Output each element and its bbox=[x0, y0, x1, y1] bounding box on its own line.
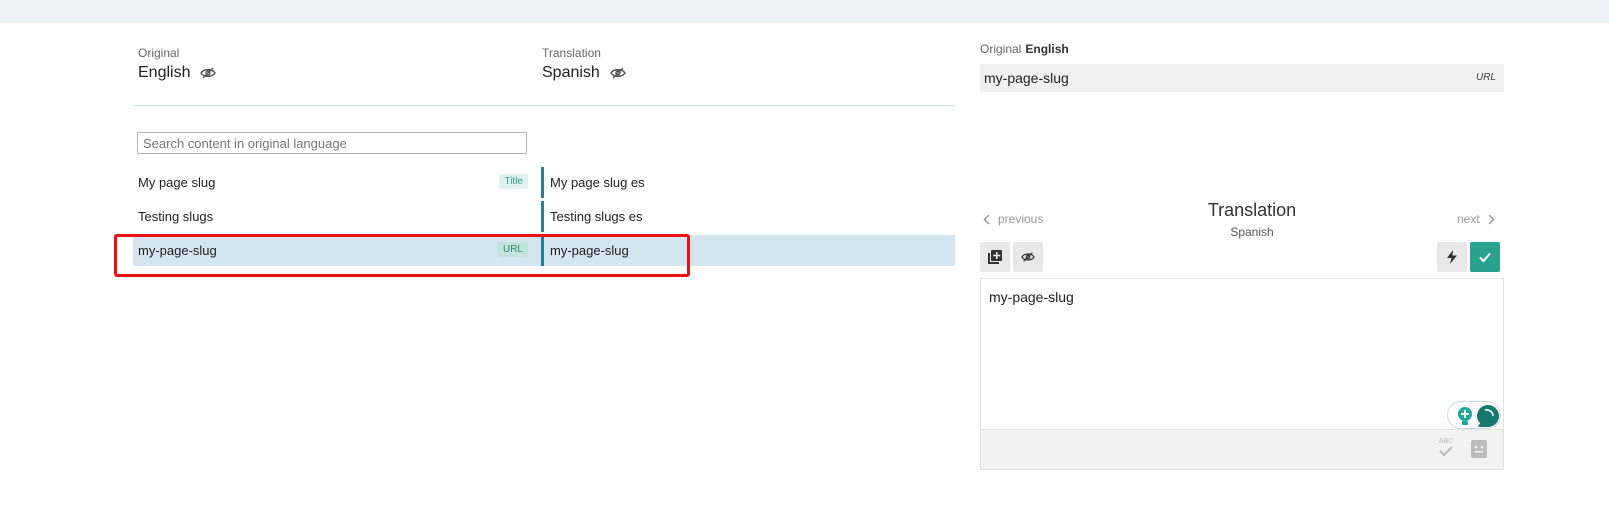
copy-source-button[interactable] bbox=[980, 242, 1010, 272]
next-label: next bbox=[1457, 212, 1480, 226]
translation-caption: Translation bbox=[542, 46, 601, 60]
chat-icon[interactable] bbox=[1476, 404, 1500, 428]
row-original-text: My page slug bbox=[138, 175, 216, 190]
translation-language-header: Translation Spanish bbox=[542, 46, 626, 82]
highlight-box bbox=[114, 234, 690, 277]
next-button[interactable]: next bbox=[1457, 212, 1495, 226]
auto-translate-button[interactable] bbox=[1437, 242, 1467, 272]
original-language-name: English bbox=[138, 64, 191, 81]
lightbulb-icon[interactable] bbox=[1456, 406, 1474, 426]
spellcheck-icon bbox=[1439, 446, 1453, 456]
eye-off-icon[interactable] bbox=[609, 67, 626, 79]
lightning-icon bbox=[1447, 250, 1457, 264]
confirm-button[interactable] bbox=[1470, 242, 1500, 272]
toggle-visibility-button[interactable] bbox=[1013, 242, 1043, 272]
row-original-text: Testing slugs bbox=[138, 209, 214, 224]
spellcheck-label: ABC bbox=[1438, 438, 1454, 445]
row-divider-bar bbox=[541, 167, 544, 198]
check-icon bbox=[1479, 252, 1491, 263]
panel-title: Translation bbox=[1207, 200, 1297, 220]
editor-footer: ABC bbox=[981, 429, 1503, 469]
row-translation-text: Testing slugs es bbox=[550, 209, 643, 224]
source-text-box: my-page-slug URL bbox=[980, 64, 1504, 92]
previous-button[interactable]: previous bbox=[983, 212, 1043, 226]
source-caption: Original English bbox=[980, 42, 1069, 56]
previous-label: previous bbox=[998, 212, 1044, 226]
chevron-left-icon bbox=[983, 213, 990, 225]
original-caption: Original bbox=[138, 46, 180, 60]
top-bar bbox=[0, 0, 1609, 23]
row-divider-bar bbox=[541, 201, 544, 232]
eye-off-icon[interactable] bbox=[200, 67, 217, 79]
translation-language-name: Spanish bbox=[542, 64, 600, 81]
original-language-header: Original English bbox=[138, 46, 217, 82]
row-translation-text: My page slug es bbox=[550, 175, 645, 190]
source-language: English bbox=[1025, 42, 1069, 56]
search-input[interactable] bbox=[137, 132, 527, 154]
spellcheck-button[interactable]: ABC bbox=[1437, 438, 1455, 458]
copy-source-icon bbox=[988, 250, 1002, 264]
source-text: my-page-slug bbox=[984, 70, 1069, 86]
row-type-badge: Title bbox=[499, 174, 528, 189]
table-row[interactable]: Testing slugs Testing slugs es bbox=[133, 201, 955, 232]
dictionary-button[interactable] bbox=[1471, 440, 1487, 458]
translation-editor[interactable]: my-page-slug ABC bbox=[980, 278, 1504, 470]
panel-subtitle: Spanish bbox=[1230, 225, 1274, 239]
source-caption-label: Original bbox=[980, 42, 1022, 56]
assistant-widget[interactable] bbox=[1447, 401, 1501, 429]
eye-off-icon bbox=[1021, 252, 1035, 262]
dictionary-icon bbox=[1471, 440, 1487, 458]
header-divider bbox=[133, 105, 955, 106]
chevron-right-icon bbox=[1488, 213, 1495, 225]
translation-editor-text[interactable]: my-page-slug bbox=[989, 289, 1074, 305]
source-type-label: URL bbox=[1475, 72, 1496, 83]
table-row[interactable]: My page slug Title My page slug es bbox=[133, 167, 955, 198]
